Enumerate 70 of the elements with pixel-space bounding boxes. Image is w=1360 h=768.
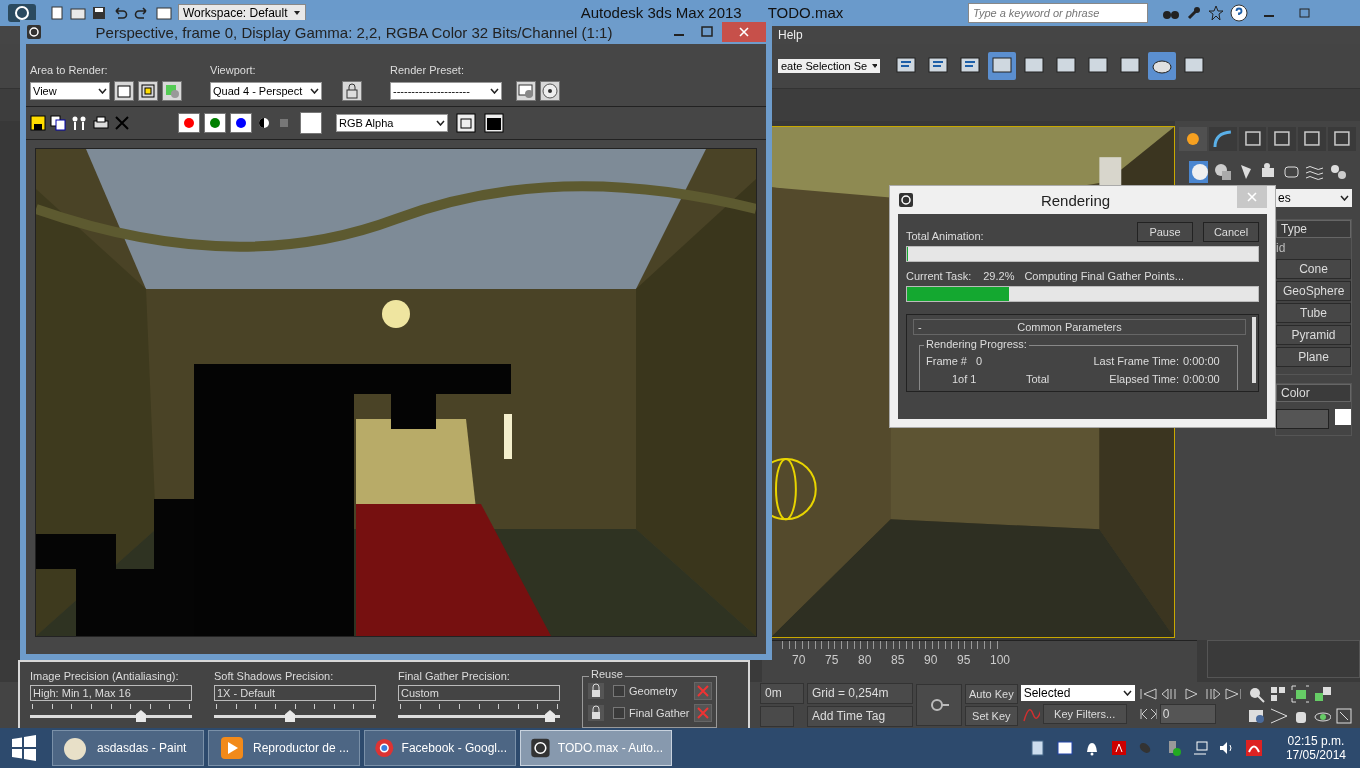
task-description: Computing Final Gather Points... <box>1024 270 1184 282</box>
area-dropdown[interactable]: View <box>30 82 110 100</box>
frame-number: 100 <box>990 653 1012 668</box>
field-label: Soft Shadows Precision: <box>214 670 335 682</box>
primitive-button[interactable]: Pyramid <box>1276 324 1351 345</box>
field-label: Final Gather Precision: <box>398 670 511 682</box>
set-key-button[interactable]: Set Key <box>965 706 1018 726</box>
field-label: Image Precision (Antialiasing): <box>30 670 180 682</box>
dialog-title: Rendering <box>1039 191 1112 209</box>
timeline-ruler[interactable]: 70 75 80 85 90 95 100 <box>762 640 1197 683</box>
taskbar-button[interactable]: Reproductor de ... <box>208 730 360 766</box>
progress-label: Current Task: <box>906 270 972 282</box>
time-label: Last Frame Time: <box>1092 355 1179 367</box>
file-name: TODO.max <box>767 4 844 22</box>
cancel-button[interactable]: Cancel <box>1203 222 1259 242</box>
progress-percent: 29.2% <box>983 270 1015 282</box>
checkbox-label: Geometry <box>629 685 679 697</box>
rollout-header[interactable]: Type <box>1276 219 1351 238</box>
frame-number: 70 <box>792 653 807 668</box>
progress-label: Total Animation: <box>906 230 985 242</box>
primitive-button[interactable]: Tube <box>1276 302 1351 323</box>
checkbox-label: Final Gather <box>629 707 690 719</box>
primitive-button[interactable]: Cone <box>1276 258 1351 279</box>
primitive-button[interactable]: Plane <box>1276 346 1351 367</box>
key-mode-dropdown[interactable]: Selected <box>1020 685 1135 701</box>
pause-button[interactable]: Pause <box>1137 222 1193 242</box>
window-title: Perspective, frame 0, Display Gamma: 2,2, RGBA Color 32 Bits/Channel (1:1) <box>94 23 614 41</box>
clock-date[interactable]: 17/05/2014 <box>1285 748 1346 762</box>
time-label: Elapsed Time: <box>1108 373 1179 385</box>
precision-field[interactable]: Custom <box>398 685 560 701</box>
menu-item[interactable]: Help <box>778 27 803 42</box>
rollout-label: id <box>1276 240 1287 255</box>
field-label: Render Preset: <box>390 64 465 76</box>
time-tag-field[interactable]: Add Time Tag <box>807 706 913 727</box>
frame-number: 75 <box>825 653 840 668</box>
precision-field[interactable]: 1X - Default <box>214 685 376 701</box>
primitive-button[interactable]: GeoSphere <box>1276 280 1351 301</box>
preset-dropdown[interactable]: --------------------- <box>390 82 502 100</box>
display-channel-dropdown[interactable]: RGB Alpha <box>336 114 448 132</box>
taskbar-button[interactable]: asdasdas - Paint <box>52 730 204 766</box>
clock-time[interactable]: 02:15 p.m. <box>1287 734 1345 748</box>
group-title: Reuse <box>589 668 625 680</box>
workspace-dropdown[interactable]: Workspace: Default <box>178 4 306 22</box>
time-value: 0:00:00 <box>1183 355 1221 367</box>
selection-set-dropdown[interactable]: eate Selection Se <box>778 58 880 73</box>
viewport-dropdown[interactable]: Quad 4 - Perspect <box>210 82 322 100</box>
frame-value: 0 <box>976 355 984 367</box>
frame-number: 80 <box>858 653 873 668</box>
coordinate-field[interactable]: 0m <box>760 683 804 704</box>
field-label: Area to Render: <box>30 64 109 76</box>
field-label: Viewport: <box>210 64 257 76</box>
search-field[interactable]: Type a keyword or phrase <box>968 3 1148 23</box>
auto-key-button[interactable]: Auto Key <box>965 684 1018 704</box>
frame-count: 1of 1 <box>951 373 978 385</box>
frame-number: 85 <box>891 653 906 668</box>
precision-field[interactable]: High: Min 1, Max 16 <box>30 685 192 701</box>
total-label: Total <box>1026 373 1051 385</box>
taskbar-button[interactable]: Facebook - Googl... <box>364 730 516 766</box>
frame-field[interactable]: 0 <box>1159 704 1216 724</box>
frame-number: 95 <box>957 653 972 668</box>
frame-number: 90 <box>924 653 939 668</box>
key-filters-button[interactable]: Key Filters... <box>1042 704 1127 724</box>
app-title: Autodesk 3ds Max 2013 <box>580 4 742 22</box>
rollout-header[interactable]: - Common Parameters <box>913 319 1246 335</box>
frame-label: Frame # <box>926 355 968 367</box>
group-title: Rendering Progress: <box>924 338 1029 350</box>
category-dropdown[interactable]: es <box>1275 188 1352 207</box>
grid-readout: Grid = 0,254m <box>807 683 913 704</box>
time-value: 0:00:00 <box>1183 373 1221 385</box>
rollout-header[interactable]: Color <box>1276 383 1351 402</box>
